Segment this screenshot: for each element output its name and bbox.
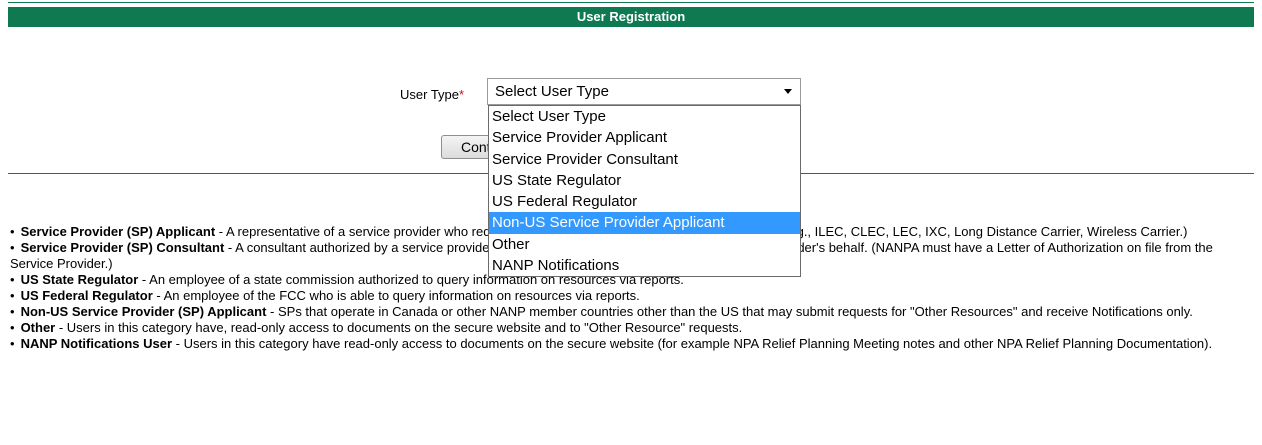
chevron-down-icon <box>784 89 792 94</box>
dropdown-option-sp-consultant[interactable]: Service Provider Consultant <box>489 149 800 170</box>
dropdown-option-select-user-type[interactable]: Select User Type <box>489 106 800 127</box>
description-term: Service Provider (SP) Consultant <box>20 240 225 255</box>
description-text: - Users in this category have, read-only… <box>55 320 743 335</box>
description-term: NANP Notifications User <box>20 336 173 351</box>
bullet: • <box>10 272 15 287</box>
dropdown-option-us-state-regulator[interactable]: US State Regulator <box>489 170 800 191</box>
description-term: US State Regulator <box>20 272 139 287</box>
page-title-bar: User Registration <box>8 7 1254 27</box>
description-text: - SPs that operate in Canada or other NA… <box>266 304 1193 319</box>
user-type-select-value: Select User Type <box>495 83 609 100</box>
bullet: • <box>10 288 15 303</box>
description-text: - An employee of the FCC who is able to … <box>152 288 640 303</box>
dropdown-option-non-us-sp-applicant[interactable]: Non-US Service Provider Applicant <box>489 212 800 234</box>
dropdown-option-us-federal-regulator[interactable]: US Federal Regulator <box>489 191 800 212</box>
dropdown-option-other[interactable]: Other <box>489 234 800 255</box>
description-item: • NANP Notifications User - Users in this… <box>10 336 1255 352</box>
description-term: Non-US Service Provider (SP) Applicant <box>20 304 267 319</box>
required-marker: * <box>459 87 465 102</box>
description-item: • US Federal Regulator - An employee of t… <box>10 288 1255 304</box>
bullet: • <box>10 224 15 239</box>
description-term: US Federal Regulator <box>20 288 153 303</box>
top-rule <box>8 2 1254 3</box>
user-type-dropdown-list[interactable]: Select User Type Service Provider Applic… <box>488 105 801 277</box>
description-text: - Users in this category have read-only … <box>172 336 1213 351</box>
bullet: • <box>10 304 15 319</box>
dropdown-option-nanp-notifications[interactable]: NANP Notifications <box>489 255 800 276</box>
page-title: User Registration <box>576 9 686 24</box>
bullet: • <box>10 320 15 335</box>
bullet: • <box>10 336 15 351</box>
bullet: • <box>10 240 15 255</box>
dropdown-option-sp-applicant[interactable]: Service Provider Applicant <box>489 127 800 148</box>
description-term: Service Provider (SP) Applicant <box>20 224 216 239</box>
description-term: Other <box>20 320 56 335</box>
description-item: • Other - Users in this category have, re… <box>10 320 1255 336</box>
user-type-label: User Type* <box>400 87 464 102</box>
description-item: • Non-US Service Provider (SP) Applicant … <box>10 304 1255 320</box>
user-type-label-text: User Type <box>400 87 460 102</box>
user-type-select[interactable]: Select User Type <box>487 78 801 105</box>
